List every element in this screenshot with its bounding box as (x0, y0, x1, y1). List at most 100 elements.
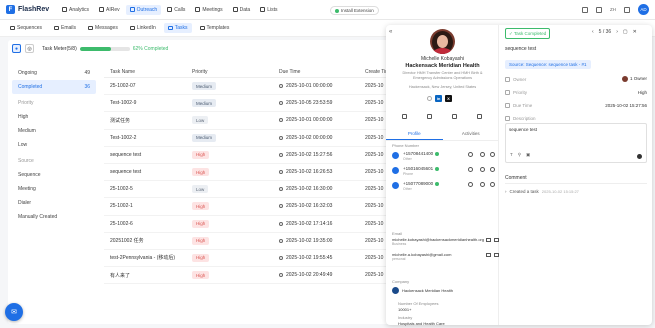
tab-emails[interactable]: Emails (50, 23, 80, 33)
table-row[interactable]: 测试任务 Low 2025-10-01 00:00:00 2025-10 (104, 112, 393, 130)
phone-number[interactable]: +15077089000 (403, 181, 440, 186)
next-task-icon[interactable]: › (616, 29, 618, 35)
task-name-cell[interactable]: 25-1002-6 (104, 221, 192, 227)
task-name-cell[interactable]: Test-1002-9 (104, 100, 192, 106)
table-row[interactable]: 有人来了 High 2025-10-02 20:49:49 2025-10 (104, 267, 393, 285)
nav-airev[interactable]: AIRev (95, 5, 124, 15)
table-row[interactable]: sequence test High 2025-10-02 16:26:53 2025… (104, 164, 393, 182)
tab-profile[interactable]: Profile (386, 129, 443, 140)
filter-source-dialer[interactable]: Dialer (12, 196, 96, 210)
install-extension-button[interactable]: Install Extension (330, 6, 379, 15)
tab-sequences[interactable]: Sequences (6, 23, 46, 33)
task-name-cell[interactable]: 25-1002-07 (104, 83, 192, 89)
task-name-cell[interactable]: test-2Pennsylvania - (移动后) (104, 254, 192, 261)
filter-priority-medium[interactable]: Medium (12, 124, 96, 138)
task-prop-description[interactable]: Description (505, 113, 647, 123)
mail-send-icon[interactable] (486, 238, 491, 242)
tab-activities[interactable]: Activities (443, 129, 500, 140)
task-name-cell[interactable]: 有人来了 (104, 272, 192, 279)
table-row[interactable]: sequence test High 2025-10-02 15:27:56 2025… (104, 147, 393, 164)
task-name-cell[interactable]: Test-1002-2 (104, 135, 192, 141)
close-panel-icon[interactable]: ✕ (633, 29, 637, 35)
block-icon[interactable] (468, 182, 473, 187)
nav-lists[interactable]: Lists (256, 5, 281, 15)
x-twitter-icon[interactable]: X (445, 95, 452, 102)
company-row[interactable]: Hackensack Meridian Health (392, 287, 453, 294)
sidebar-item-ongoing[interactable]: Ongoing 49 (12, 66, 96, 80)
table-row[interactable]: Test-1002-9 Medium 2025-10-05 23:53:59 2025… (104, 95, 393, 113)
nav-calls[interactable]: Calls (163, 5, 189, 15)
tab-tasks[interactable]: Tasks (163, 23, 192, 33)
language-switch[interactable]: ZH (610, 7, 616, 12)
phone-number[interactable]: +15708441400 (403, 151, 440, 156)
text-format-icon[interactable]: T (510, 152, 513, 158)
chat-icon[interactable] (490, 167, 495, 172)
linkedin-icon[interactable]: in (435, 95, 442, 102)
help-icon[interactable] (624, 6, 630, 13)
chat-icon[interactable] (490, 182, 495, 187)
email-action-button[interactable] (392, 111, 417, 121)
collapse-icon[interactable]: « (389, 29, 392, 35)
contact-company[interactable]: Hackensack Meridian Health (386, 63, 499, 69)
sidebar-item-completed[interactable]: Completed 36 (12, 80, 96, 94)
task-title[interactable]: sequence test (505, 46, 536, 52)
task-completed-button[interactable]: ✓ Task Completed (505, 28, 551, 39)
table-row[interactable]: Test-1002-2 Medium 2025-10-02 00:00:00 2025… (104, 130, 393, 147)
message-action-button[interactable] (442, 111, 467, 121)
team-view-button[interactable]: ◎ (25, 44, 34, 53)
task-name-cell[interactable]: 测试任务 (104, 117, 192, 124)
tab-templates[interactable]: Templates (196, 23, 234, 33)
expand-icon[interactable]: › (505, 189, 507, 194)
nav-meetings[interactable]: Meetings (191, 5, 226, 15)
col-priority[interactable]: Priority (192, 69, 279, 75)
task-name-cell[interactable]: sequence test (104, 169, 192, 175)
contact-name[interactable]: Michelle Kobayashi (386, 56, 499, 62)
phone-number[interactable]: +15016045601 (403, 166, 440, 171)
person-view-button[interactable]: ● (12, 44, 21, 53)
gift-icon[interactable] (582, 6, 588, 13)
filter-source-sequence[interactable]: Sequence (12, 168, 96, 182)
tab-linkedin[interactable]: LinkedIn (126, 23, 160, 33)
nav-analytics[interactable]: Analytics (58, 5, 93, 15)
table-row[interactable]: 25-1002-1 High 2025-10-02 16:32:03 2025-10 (104, 198, 393, 216)
table-row[interactable]: 20251002 任务 High 2025-10-02 19:35:00 2025-1… (104, 233, 393, 250)
call-action-button[interactable] (417, 111, 442, 121)
delete-task-icon[interactable]: ▢ (623, 29, 628, 35)
tab-messages[interactable]: Messages (84, 23, 122, 33)
bell-icon[interactable] (596, 6, 602, 13)
call-icon[interactable] (480, 167, 485, 172)
prev-task-icon[interactable]: ‹ (592, 29, 594, 35)
table-row[interactable]: 25-1002-6 High 2025-10-02 17:14:16 2025-10 (104, 216, 393, 233)
task-prop-due-time[interactable]: Due Time 2025-10-02 15:27:56 (505, 100, 647, 110)
table-row[interactable]: test-2Pennsylvania - (移动后) High 2025-10-02… (104, 250, 393, 268)
task-name-cell[interactable]: 25-1002-5 (104, 186, 192, 192)
task-prop-owner[interactable]: Owner 1 Owner (505, 74, 647, 84)
source-icon[interactable] (427, 96, 432, 101)
filter-source-meeting[interactable]: Meeting (12, 182, 96, 196)
task-name-cell[interactable]: 25-1002-1 (104, 203, 192, 209)
chat-icon[interactable] (490, 152, 495, 157)
nav-data[interactable]: Data (229, 5, 255, 15)
attach-icon[interactable]: ⚲ (518, 152, 521, 158)
block-icon[interactable] (468, 152, 473, 157)
app-logo[interactable]: F FlashRev (6, 5, 58, 14)
task-name-cell[interactable]: 20251002 任务 (104, 237, 192, 244)
send-note-button[interactable] (637, 154, 642, 159)
col-due-time[interactable]: Due Time (279, 69, 365, 75)
call-icon[interactable] (480, 152, 485, 157)
block-icon[interactable] (468, 167, 473, 172)
more-action-button[interactable] (467, 111, 492, 121)
filter-priority-low[interactable]: Low (12, 138, 96, 152)
table-row[interactable]: 25-1002-5 Low 2025-10-02 16:30:00 2025-10 (104, 181, 393, 199)
filter-source-manually-created[interactable]: Manually Created (12, 210, 96, 224)
filter-priority-high[interactable]: High (12, 110, 96, 124)
image-icon[interactable]: ▣ (526, 152, 530, 158)
col-task-name[interactable]: Task Name (104, 69, 192, 75)
nav-outreach[interactable]: Outreach (125, 4, 162, 15)
task-note-input[interactable]: sequence test T ⚲ ▣ (505, 123, 647, 163)
task-source-badge[interactable]: Source: Sequence: sequence task - #1 (505, 60, 591, 69)
task-name-cell[interactable]: sequence test (104, 152, 192, 158)
user-avatar[interactable]: AD (638, 4, 649, 15)
table-row[interactable]: 25-1002-07 Medium 2025-10-01 00:00:00 2025-… (104, 78, 393, 96)
task-prop-priority[interactable]: Priority High (505, 87, 647, 97)
